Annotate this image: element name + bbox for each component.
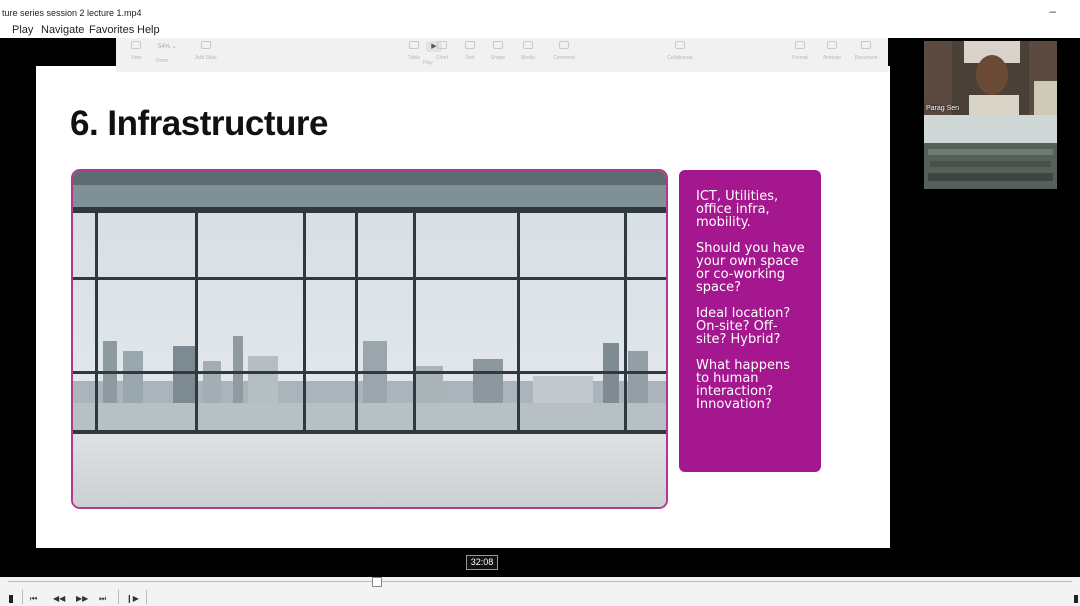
shape-icon: [493, 41, 503, 49]
chart-icon: [437, 41, 447, 49]
menu-play[interactable]: Play: [12, 24, 33, 36]
slide-title: 6. Infrastructure: [70, 104, 328, 143]
window-title: ture series session 2 lecture 1.mp4: [2, 8, 142, 18]
participant-video-speaker: Parag Sen: [924, 41, 1057, 115]
video-timestamp: 32:08: [466, 555, 498, 570]
office-window-image: [73, 171, 666, 507]
menu-help[interactable]: Help: [137, 24, 160, 36]
collaborate-icon: [675, 41, 685, 49]
skip-back-icon[interactable]: ⏮: [30, 594, 37, 604]
menu-favorites[interactable]: Favorites: [89, 24, 134, 36]
menu-navigate[interactable]: Navigate: [41, 24, 84, 36]
minimize-button[interactable]: –: [1049, 4, 1056, 18]
slide-paragraph: Should you have your own space or co-wor…: [696, 241, 805, 295]
divider: [118, 590, 119, 604]
toolbar-add-slide-label: Add Slide: [195, 55, 217, 61]
seek-thumb[interactable]: [372, 577, 382, 587]
divider: [22, 590, 23, 604]
stop-icon[interactable]: [9, 595, 13, 603]
toolbar-collaborate[interactable]: Collaborate: [660, 41, 700, 61]
animate-icon: [827, 41, 837, 49]
player-controls: ⏮ ◀◀ ▶▶ ⏭ ❙▶: [0, 577, 1080, 606]
participant-name: Parag Sen: [926, 105, 960, 112]
toolbar-document[interactable]: Document: [846, 41, 886, 61]
toolbar-media-label: Media: [521, 55, 535, 61]
menu-bar: Play Navigate Favorites Help: [0, 22, 1080, 38]
table-icon: [409, 41, 419, 49]
speaker-image: [924, 41, 1057, 115]
audience-image: [924, 115, 1057, 189]
add-slide-icon: [201, 41, 211, 49]
slide-text-box: ICT, Utilities, office infra, mobility. …: [679, 170, 821, 472]
sidebar-icon: [131, 41, 141, 49]
toolbar-comment[interactable]: Comment: [544, 41, 584, 61]
toolbar-add-slide[interactable]: Add Slide: [186, 41, 226, 61]
media-icon: [523, 41, 533, 49]
fast-forward-icon[interactable]: ▶▶: [76, 594, 88, 604]
seek-bar[interactable]: [8, 581, 1072, 582]
participant-video-audience: [924, 115, 1057, 189]
toolbar-collaborate-label: Collaborate: [667, 55, 693, 61]
toolbar-document-label: Document: [854, 55, 878, 61]
window-titlebar: ture series session 2 lecture 1.mp4 –: [0, 0, 1080, 22]
keynote-toolbar: View 54% ⌄ Zoom Add Slide ▶ Play Table C…: [116, 38, 888, 72]
video-frame[interactable]: 6. Infrastructure ICT, Utilities, office…: [0, 38, 1080, 577]
toolbar-zoom[interactable]: Zoom: [142, 52, 182, 64]
skip-forward-icon[interactable]: ⏭: [99, 594, 106, 604]
slide-paragraph: Ideal location? On-site? Off-site? Hybri…: [696, 306, 791, 347]
toolbar-comment-label: Comment: [553, 55, 575, 61]
presentation-slide: 6. Infrastructure ICT, Utilities, office…: [36, 66, 890, 548]
text-icon: [465, 41, 475, 49]
step-frame-icon[interactable]: ❙▶: [126, 594, 139, 604]
slide-paragraph: What happens to human interaction? Innov…: [696, 358, 791, 412]
office-window-city-photo: [71, 169, 668, 509]
slide-paragraph: ICT, Utilities, office infra, mobility.: [696, 189, 779, 230]
toolbar-zoom-label: Zoom: [155, 58, 169, 64]
divider: [146, 590, 147, 604]
toolbar-media[interactable]: Media: [508, 41, 548, 61]
end-marker-icon: [1074, 595, 1078, 603]
rewind-icon[interactable]: ◀◀: [53, 594, 65, 604]
document-icon: [861, 41, 871, 49]
zoom-value[interactable]: 54% ⌄: [158, 43, 177, 50]
format-brush-icon: [795, 41, 805, 49]
comment-icon: [559, 41, 569, 49]
